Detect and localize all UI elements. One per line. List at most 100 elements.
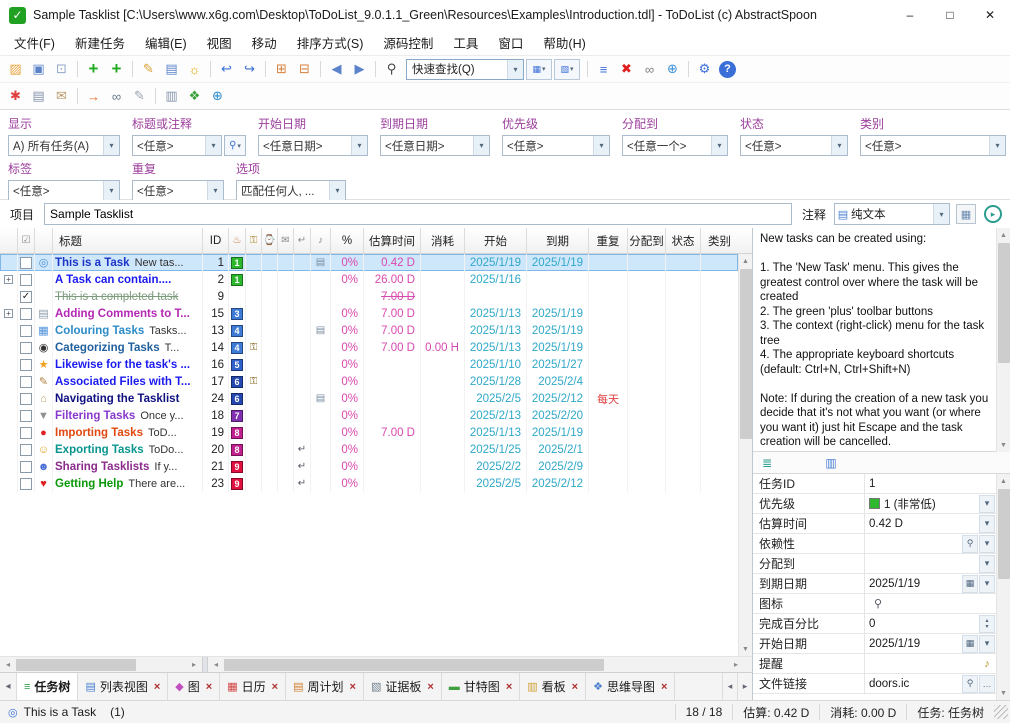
tab-scroll-right-icon[interactable]: ▸ bbox=[737, 673, 752, 700]
menu-item[interactable]: 文件(F) bbox=[4, 32, 65, 54]
chevron-down-icon[interactable]: ▾ bbox=[979, 494, 995, 513]
task-row[interactable]: ☻ Sharing Tasklists If y... 21 9 ↵ 0% 202… bbox=[0, 458, 738, 475]
scroll-left-icon[interactable]: ◂ bbox=[208, 657, 224, 673]
col-spent[interactable]: 消耗 bbox=[421, 228, 465, 253]
toolbar-icon[interactable] bbox=[583, 58, 592, 80]
filter-combo[interactable]: <任意一个> ▾ bbox=[622, 135, 728, 156]
task-checkbox[interactable] bbox=[20, 426, 32, 439]
close-tab-icon[interactable]: × bbox=[427, 681, 433, 693]
maximize-button[interactable]: □ bbox=[930, 0, 970, 30]
toolbar-icon[interactable] bbox=[151, 85, 160, 107]
attribute-row[interactable]: 任务ID ⚲ 1 ⚲ … ♪ ▴▾ ▦ ▾ bbox=[753, 474, 1010, 494]
scroll-right-icon[interactable]: ▸ bbox=[728, 657, 744, 673]
task-checkbox[interactable] bbox=[20, 477, 32, 490]
attribute-value[interactable]: ⚲ ⚲ … ♪ ▴▾ ▦ ▾ bbox=[865, 534, 997, 553]
comments-format-combo[interactable]: ▤ 纯文本 ▾ bbox=[834, 203, 950, 225]
task-row[interactable]: ✎ Associated Files with T... 17 6 ⚿ 0% 2… bbox=[0, 373, 738, 390]
chevron-down-icon[interactable]: ▾ bbox=[979, 574, 995, 593]
menu-item[interactable]: 帮助(H) bbox=[533, 32, 595, 54]
attribute-value[interactable]: ⚲ ⚲ … ♪ ▴▾ ▦ ▾ bbox=[865, 554, 997, 573]
task-row[interactable]: ◎ This is a Task New tas... 1 1 ▤ 0% 0.42… bbox=[0, 254, 738, 271]
more-button[interactable]: … bbox=[979, 674, 995, 693]
menu-item[interactable]: 工具 bbox=[443, 32, 488, 54]
scroll-right-icon[interactable]: ▸ bbox=[186, 657, 202, 673]
attributes-toolbar-icon[interactable]: ▥ bbox=[821, 454, 841, 472]
task-row[interactable]: ♥ Getting Help There are... 23 9 ↵ 0% 202… bbox=[0, 475, 738, 492]
scroll-thumb[interactable] bbox=[739, 269, 752, 439]
menu-item[interactable]: 窗口 bbox=[488, 32, 533, 54]
filter-combo[interactable]: <任意日期> ▾ bbox=[258, 135, 368, 156]
menu-item[interactable]: 源码控制 bbox=[373, 32, 443, 54]
col-lock-icon[interactable]: ⚿ bbox=[246, 228, 262, 253]
task-checkbox[interactable] bbox=[20, 341, 32, 354]
close-tab-icon[interactable]: × bbox=[661, 681, 667, 693]
search-scope-button[interactable]: ▦ ▾ bbox=[526, 58, 552, 80]
attribute-value[interactable]: ⚲ 0 ⚲ … ♪ ▴▾ ▦ ▾ bbox=[865, 614, 997, 633]
attributes-toolbar-icon[interactable]: ≣ bbox=[757, 454, 777, 472]
attribute-value[interactable]: ⚲ 0.42 D ⚲ … ♪ ▴▾ ▦ ▾ bbox=[865, 514, 997, 533]
toolbar-icon[interactable] bbox=[73, 58, 82, 80]
chevron-down-icon[interactable]: ▾ bbox=[979, 514, 995, 533]
task-row[interactable]: ✓ This is a completed task 9 7.00 D bbox=[0, 288, 738, 305]
scroll-down-icon[interactable]: ▼ bbox=[738, 642, 753, 656]
toolbar-icon[interactable]: ∞ bbox=[638, 58, 661, 80]
col-reminder-icon[interactable]: ♪ bbox=[311, 228, 331, 253]
col-status[interactable]: 状态 bbox=[666, 228, 701, 253]
attribute-row[interactable]: 估算时间 ⚲ 0.42 D ⚲ … ♪ ▴▾ ▦ bbox=[753, 514, 1010, 534]
filter-combo[interactable]: <任意> ▾ bbox=[132, 180, 224, 201]
menu-item[interactable]: 排序方式(S) bbox=[287, 32, 374, 54]
scroll-thumb[interactable] bbox=[224, 658, 604, 671]
chevron-down-icon[interactable]: ▾ bbox=[103, 136, 119, 155]
toolbar-icon[interactable]: ☼ bbox=[183, 58, 206, 80]
attribute-row[interactable]: 到期日期 ⚲ 2025/1/19 ⚲ … ♪ ▴▾ ▦ bbox=[753, 574, 1010, 594]
attribute-value[interactable]: ⚲ 1 (非常低) ⚲ … ♪ ▴▾ ▦ ▾ bbox=[865, 494, 997, 513]
icon-picker-magnifier-icon[interactable]: ⚲ bbox=[870, 595, 886, 613]
menu-item[interactable]: 移动 bbox=[242, 32, 287, 54]
chevron-down-icon[interactable]: ▾ bbox=[979, 634, 995, 653]
scroll-up-icon[interactable]: ▲ bbox=[996, 228, 1010, 242]
chevron-down-icon[interactable]: ▾ bbox=[329, 181, 345, 200]
toolbar-icon[interactable]: ⊞ bbox=[270, 58, 293, 80]
close-button[interactable]: ✕ bbox=[970, 0, 1010, 30]
col-dependency-icon[interactable]: ↵ bbox=[294, 228, 311, 253]
attribute-value[interactable]: ⚲ 2025/1/19 ⚲ … ♪ ▴▾ ▦ ▾ bbox=[865, 574, 997, 593]
toolbar-icon[interactable]: ✎ bbox=[128, 85, 151, 107]
task-row[interactable]: + A Task can contain.... 2 1 0% 26.00 D bbox=[0, 271, 738, 288]
toolbar-icon[interactable]: ✱ bbox=[4, 85, 27, 107]
attribute-row[interactable]: 提醒 ⚲ ⚲ … ♪ ▴▾ ▦ ▾ bbox=[753, 654, 1010, 674]
toolbar-icon[interactable]: ▤ bbox=[160, 58, 183, 80]
toolbar-icon[interactable]: ⊡ bbox=[50, 58, 73, 80]
toolbar-icon[interactable]: ↩ bbox=[215, 58, 238, 80]
chevron-down-icon[interactable]: ▾ bbox=[473, 136, 489, 155]
scroll-down-icon[interactable]: ▼ bbox=[996, 438, 1010, 452]
scroll-thumb[interactable] bbox=[997, 489, 1010, 579]
attribute-row[interactable]: 完成百分比 ⚲ 0 ⚲ … ♪ ▴▾ ▦ ▾ bbox=[753, 614, 1010, 634]
attribute-value[interactable]: ⚲ ⚲ … ♪ ▴▾ ▦ ▾ bbox=[865, 594, 997, 613]
toolbar-icon[interactable]: + bbox=[105, 58, 128, 80]
table-vertical-scrollbar[interactable]: ▲ ▼ bbox=[738, 254, 753, 656]
task-checkbox[interactable] bbox=[20, 460, 32, 473]
view-tab[interactable]: ◆ 图 × bbox=[168, 673, 221, 700]
toolbar-icon[interactable]: ▤ bbox=[27, 85, 50, 107]
view-tab[interactable]: ▧ 证据板 × bbox=[363, 673, 442, 700]
attribute-row[interactable]: 优先级 ⚲ 1 (非常低) ⚲ … ♪ ▴▾ ▦ bbox=[753, 494, 1010, 514]
chevron-down-icon[interactable]: ▾ bbox=[103, 181, 119, 200]
toolbar-icon[interactable]: ▣ bbox=[27, 58, 50, 80]
toolbar-icon[interactable]: ▥ bbox=[160, 85, 183, 107]
close-tab-icon[interactable]: × bbox=[272, 681, 278, 693]
col-recurrence[interactable]: 重复 bbox=[589, 228, 628, 253]
toolbar-icon[interactable]: ≡ bbox=[592, 58, 615, 80]
close-tab-icon[interactable]: × bbox=[572, 681, 578, 693]
task-row[interactable]: ▦ Colouring Tasks Tasks... 13 4 ▤ 0% 7.00… bbox=[0, 322, 738, 339]
task-row[interactable]: ☺ Exporting Tasks ToDo... 20 8 ↵ 0% 2025/… bbox=[0, 441, 738, 458]
tab-scroll-left-icon[interactable]: ◂ bbox=[722, 673, 737, 700]
project-input[interactable] bbox=[44, 203, 792, 225]
toolbar-icon[interactable]: ⚙ bbox=[693, 58, 716, 80]
filter-combo[interactable]: <任意> ▾ bbox=[502, 135, 610, 156]
col-estimate[interactable]: 估算时间 bbox=[364, 228, 421, 253]
close-tab-icon[interactable]: × bbox=[154, 681, 160, 693]
columns-hscrollbar[interactable]: ◂ ▸ bbox=[208, 657, 744, 672]
filter-options-button[interactable]: ⚲ ▾ bbox=[224, 135, 246, 156]
close-tab-icon[interactable]: × bbox=[350, 681, 356, 693]
attribute-row[interactable]: 分配到 ⚲ ⚲ … ♪ ▴▾ ▦ ▾ bbox=[753, 554, 1010, 574]
